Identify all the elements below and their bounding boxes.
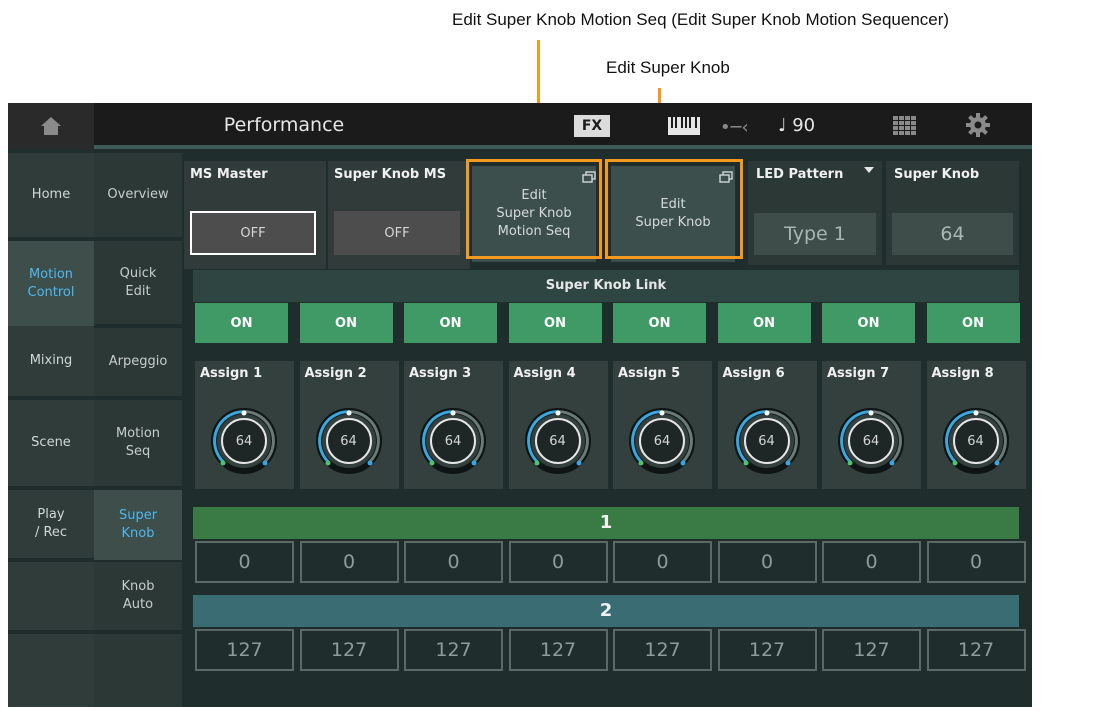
super-knob-label: Super Knob: [894, 167, 980, 182]
assign-knob[interactable]: Assign 3 64: [404, 361, 503, 489]
range2-value[interactable]: 127: [508, 629, 608, 671]
subtab-super-knob[interactable]: Super Knob: [94, 490, 182, 560]
super-knob-link-on-button[interactable]: ON: [195, 303, 288, 343]
range-2-bar: 2: [193, 595, 1019, 627]
subtab-motion-seq[interactable]: Motion Seq: [94, 400, 182, 488]
tab-play-rec[interactable]: Play / Rec: [8, 490, 94, 560]
home-button[interactable]: [8, 103, 94, 149]
range2-value[interactable]: 127: [299, 629, 399, 671]
assign-value: 64: [444, 433, 462, 449]
assign-label: Assign 2: [304, 366, 367, 381]
assign-value: 64: [862, 433, 880, 449]
super-knob-link-on-button[interactable]: ON: [613, 303, 706, 343]
super-knob-value[interactable]: 64: [892, 213, 1013, 255]
assign-knob[interactable]: Assign 5 64: [613, 361, 712, 489]
assign-knob[interactable]: Assign 6 64: [717, 361, 817, 489]
gear-icon[interactable]: [966, 113, 990, 137]
dropdown-arrow-icon: [864, 167, 874, 173]
assign-value: 64: [340, 433, 357, 449]
page-title: Performance: [223, 114, 345, 136]
ms-master-label: MS Master: [190, 167, 268, 182]
range2-value[interactable]: 127: [926, 629, 1026, 671]
range2-value[interactable]: 127: [822, 629, 921, 671]
tab-empty-2: [8, 634, 94, 707]
super-knob-link-on-button[interactable]: ON: [299, 303, 393, 343]
assign-value: 64: [758, 433, 775, 449]
assign-label: Assign 4: [513, 366, 576, 381]
led-pattern-label: LED Pattern: [756, 167, 844, 182]
window-icon: [719, 171, 733, 183]
tempo-display[interactable]: ♩ 90: [778, 115, 815, 136]
range1-value[interactable]: 0: [508, 541, 608, 583]
super-knob[interactable]: Super Knob 64: [886, 161, 1019, 265]
edit-super-knob-button[interactable]: Edit Super Knob: [611, 166, 735, 262]
top-bar: Performance FX •─‹ ♩ 90: [8, 103, 1032, 149]
super-knob-link-on-button[interactable]: ON: [717, 303, 811, 343]
subtab-arpeggio[interactable]: Arpeggio: [94, 328, 182, 398]
ms-master-toggle[interactable]: OFF: [190, 211, 316, 255]
assign-value: 64: [967, 433, 984, 449]
assign-knob[interactable]: Assign 4 64: [508, 361, 608, 489]
range1-value[interactable]: 0: [613, 541, 712, 583]
range2-value[interactable]: 127: [613, 629, 712, 671]
keyboard-icon: [668, 117, 700, 135]
range1-value[interactable]: 0: [822, 541, 921, 583]
range2-value[interactable]: 127: [195, 629, 294, 671]
range1-value[interactable]: 0: [195, 541, 294, 583]
assign-knob[interactable]: Assign 1 64: [195, 361, 294, 489]
tab-empty-1: [8, 562, 94, 632]
led-pattern[interactable]: LED Pattern Type 1: [748, 161, 882, 265]
range1-value[interactable]: 0: [404, 541, 503, 583]
super-knob-ms-label: Super Knob MS: [334, 167, 447, 182]
window-icon: [582, 171, 596, 183]
assign-label: Assign 7: [827, 366, 890, 381]
super-knob-link-on-button[interactable]: ON: [822, 303, 915, 343]
super-knob-ms-toggle[interactable]: OFF: [334, 211, 460, 255]
synth-screen: Performance FX •─‹ ♩ 90 Home Motion Cont…: [8, 103, 1032, 707]
home-icon: [41, 117, 61, 135]
led-pattern-value[interactable]: Type 1: [754, 213, 876, 255]
assign-knob[interactable]: Assign 7 64: [822, 361, 921, 489]
assign-label: Assign 8: [931, 366, 994, 381]
assign-value: 64: [549, 433, 566, 449]
tab-motion-control[interactable]: Motion Control: [8, 241, 94, 326]
assign-value: 64: [653, 433, 671, 449]
tab-mixing[interactable]: Mixing: [8, 326, 94, 398]
range1-value[interactable]: 0: [717, 541, 817, 583]
subtab-quick-edit[interactable]: Quick Edit: [94, 241, 182, 326]
subtab-knob-auto[interactable]: Knob Auto: [94, 562, 182, 632]
super-knob-link-on-button[interactable]: ON: [508, 303, 602, 343]
tab-home[interactable]: Home: [8, 153, 94, 239]
assign-value: 64: [235, 433, 253, 449]
range1-value[interactable]: 0: [299, 541, 399, 583]
subtab-empty: [94, 634, 182, 707]
super-knob-link-header: Super Knob Link: [193, 270, 1019, 302]
edit-super-knob-motion-seq-button[interactable]: Edit Super Knob Motion Seq: [472, 166, 596, 262]
range2-value[interactable]: 127: [404, 629, 503, 671]
callout-edit-super-knob: Edit Super Knob: [606, 58, 730, 77]
fx-indicator[interactable]: FX: [574, 115, 610, 137]
assign-knob[interactable]: Assign 2 64: [299, 361, 399, 489]
usb-icon: •─‹: [720, 117, 749, 138]
assign-label: Assign 1: [200, 366, 263, 381]
subtab-overview[interactable]: Overview: [94, 153, 182, 239]
tab-scene[interactable]: Scene: [8, 400, 94, 488]
assign-label: Assign 5: [618, 366, 681, 381]
ms-master[interactable]: MS Master OFF: [184, 161, 326, 269]
super-knob-link-on-button[interactable]: ON: [926, 303, 1020, 343]
callout-edit-super-knob-motion-seq: Edit Super Knob Motion Seq (Edit Super K…: [452, 10, 950, 29]
grid-icon[interactable]: [893, 116, 917, 136]
assign-label: Assign 3: [409, 366, 472, 381]
assign-label: Assign 6: [722, 366, 785, 381]
range-1-bar: 1: [193, 507, 1019, 539]
range1-value[interactable]: 0: [926, 541, 1026, 583]
range2-value[interactable]: 127: [717, 629, 817, 671]
super-knob-ms[interactable]: Super Knob MS OFF: [328, 161, 470, 269]
assign-knob[interactable]: Assign 8 64: [926, 361, 1026, 489]
super-knob-link-on-button[interactable]: ON: [404, 303, 497, 343]
